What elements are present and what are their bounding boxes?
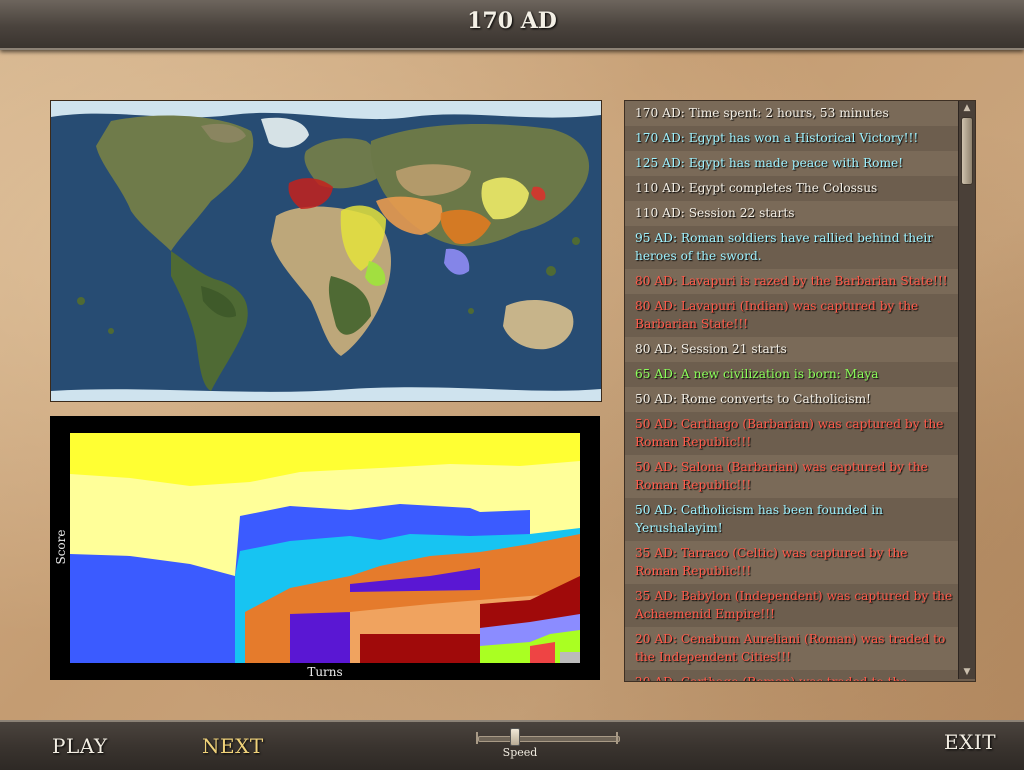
log-entry: 20 AD: Cenabum Aureliani (Roman) was tra… [625, 627, 959, 670]
scroll-thumb[interactable] [961, 117, 973, 185]
log-entry: 80 AD: Lavapuri (Indian) was captured by… [625, 294, 959, 337]
page-title: 170 AD [467, 8, 557, 34]
scroll-down-icon[interactable]: ▼ [959, 665, 975, 679]
log-entry: 170 AD: Egypt has won a Historical Victo… [625, 126, 959, 151]
speed-slider-left-cap [476, 732, 478, 744]
title-bar: 170 AD [0, 0, 1024, 50]
log-entry: 125 AD: Egypt has made peace with Rome! [625, 151, 959, 176]
log-entry: 95 AD: Roman soldiers have rallied behin… [625, 226, 959, 269]
log-entry: 50 AD: Salona (Barbarian) was captured b… [625, 455, 959, 498]
graph-y-label: Score [54, 529, 68, 565]
log-entry: 80 AD: Session 21 starts [625, 337, 959, 362]
log-entry: 50 AD: Catholicism has been founded in Y… [625, 498, 959, 541]
log-entry: 170 AD: Time spent: 2 hours, 53 minutes [625, 101, 959, 126]
world-map [50, 100, 602, 402]
speed-slider-handle[interactable] [510, 728, 520, 746]
play-button[interactable]: PLAY [52, 734, 108, 758]
speed-slider-track[interactable] [478, 736, 620, 742]
world-map-image [51, 101, 601, 401]
scroll-up-icon[interactable]: ▲ [959, 101, 975, 115]
log-entry: 35 AD: Tarraco (Celtic) was captured by … [625, 541, 959, 584]
log-entry: 50 AD: Carthago (Barbarian) was captured… [625, 412, 959, 455]
log-entry: 110 AD: Egypt completes The Colossus [625, 176, 959, 201]
event-log[interactable]: 170 AD: Time spent: 2 hours, 53 minutes 1… [624, 100, 976, 682]
speed-slider-right-cap [616, 732, 618, 744]
log-entry: 50 AD: Rome converts to Catholicism! [625, 387, 959, 412]
log-entry: 35 AD: Babylon (Independent) was capture… [625, 584, 959, 627]
event-log-scrollbar[interactable]: ▲ ▼ [958, 101, 975, 679]
graph-x-label: Turns [307, 665, 343, 679]
event-log-list: 170 AD: Time spent: 2 hours, 53 minutes 1… [625, 101, 959, 681]
score-graph-plot [70, 433, 580, 663]
exit-button[interactable]: EXIT [944, 730, 996, 754]
log-entry: 65 AD: A new civilization is born: Maya [625, 362, 959, 387]
graph-band-grey [560, 652, 580, 663]
score-graph [50, 416, 600, 680]
next-button[interactable]: NEXT [202, 734, 264, 758]
log-entry: 110 AD: Session 22 starts [625, 201, 959, 226]
speed-label: Speed [502, 746, 538, 759]
log-entry: 20 AD: Carthago (Roman) was traded to th… [625, 670, 959, 681]
log-entry: 80 AD: Lavapuri is razed by the Barbaria… [625, 269, 959, 294]
